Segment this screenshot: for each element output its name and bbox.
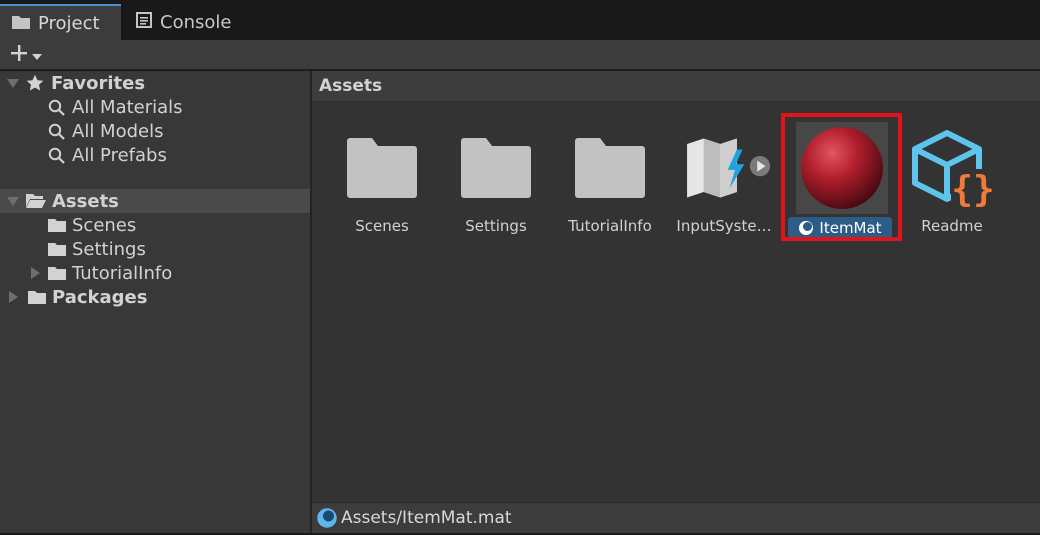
asset-name: Settings <box>465 217 527 235</box>
asset-item-readme[interactable]: {} Readme <box>897 118 1007 238</box>
asset-name: Readme <box>921 217 983 235</box>
tree-item-label: All Materials <box>72 96 183 118</box>
folder-icon <box>48 218 66 232</box>
tree-item-label: All Prefabs <box>72 144 167 166</box>
folder-icon <box>28 290 46 304</box>
collapsed-arrow-icon[interactable] <box>28 266 42 280</box>
breadcrumb-assets[interactable]: Assets <box>319 76 382 96</box>
tab-project-label: Project <box>38 12 100 34</box>
tree-item-label: Settings <box>72 238 146 260</box>
tree-packages-label: Packages <box>52 286 148 308</box>
folder-icon <box>48 266 66 280</box>
tree-packages[interactable]: Packages <box>0 285 310 309</box>
tab-console-label: Console <box>160 11 232 33</box>
tree-item-all-models[interactable]: All Models <box>0 119 310 143</box>
tree-item-label: TutorialInfo <box>72 262 173 284</box>
tree-item-label: All Models <box>72 120 164 142</box>
folder-icon <box>48 242 66 256</box>
status-bar: Assets/ItemMat.mat <box>312 502 1040 533</box>
asset-item-tutorialinfo[interactable]: TutorialInfo <box>555 118 665 238</box>
search-icon <box>48 147 65 164</box>
svg-text:{}: {} <box>951 169 994 210</box>
search-icon <box>48 123 65 140</box>
folder-icon <box>562 120 658 216</box>
chevron-down-icon <box>32 46 42 65</box>
folder-icon <box>334 120 430 216</box>
tab-console[interactable]: Console <box>122 4 252 40</box>
tree-favorites-label: Favorites <box>51 72 146 94</box>
tab-bar: Project Console <box>0 0 1040 40</box>
highlight-annotation <box>781 113 902 241</box>
tree-item-tutorialinfo[interactable]: TutorialInfo <box>0 261 310 285</box>
tree-item-all-prefabs[interactable]: All Prefabs <box>0 143 310 167</box>
search-icon <box>48 99 65 116</box>
asset-name: Scenes <box>355 217 409 235</box>
asset-item-settings[interactable]: Settings <box>441 118 551 238</box>
folder-icon <box>12 13 30 34</box>
asset-item-inputsystem[interactable]: InputSyste… <box>669 118 779 238</box>
tree-assets-label: Assets <box>52 190 119 212</box>
console-icon <box>136 11 152 33</box>
tree-favorites[interactable]: Favorites <box>0 71 310 95</box>
expand-arrow-icon[interactable] <box>6 194 20 208</box>
readme-cube-icon: {} <box>904 120 1000 216</box>
collapsed-arrow-icon[interactable] <box>6 290 20 304</box>
selected-asset-path: Assets/ItemMat.mat <box>341 508 512 528</box>
plus-icon <box>10 44 28 66</box>
star-icon <box>26 74 44 92</box>
asset-name: InputSyste… <box>676 217 772 235</box>
input-actions-icon <box>676 120 772 216</box>
tree-assets[interactable]: Assets <box>0 189 310 213</box>
folder-icon <box>448 120 544 216</box>
toolbar <box>0 40 1040 70</box>
tree-item-label: Scenes <box>72 214 137 236</box>
tree-item-all-materials[interactable]: All Materials <box>0 95 310 119</box>
asset-grid: Scenes Settings TutorialInfo InputSyste… <box>312 102 1040 502</box>
tab-project[interactable]: Project <box>0 4 121 40</box>
folder-tree: Favorites All Materials All Models All P… <box>0 71 310 533</box>
expand-arrow-icon[interactable] <box>6 76 20 90</box>
tree-item-settings[interactable]: Settings <box>0 237 310 261</box>
breadcrumb: Assets <box>312 71 1040 102</box>
asset-name: TutorialInfo <box>568 217 652 235</box>
asset-item-scenes[interactable]: Scenes <box>327 118 437 238</box>
create-button[interactable] <box>6 42 50 68</box>
tree-item-scenes[interactable]: Scenes <box>0 213 310 237</box>
material-icon <box>317 508 337 528</box>
open-folder-icon <box>26 193 46 209</box>
